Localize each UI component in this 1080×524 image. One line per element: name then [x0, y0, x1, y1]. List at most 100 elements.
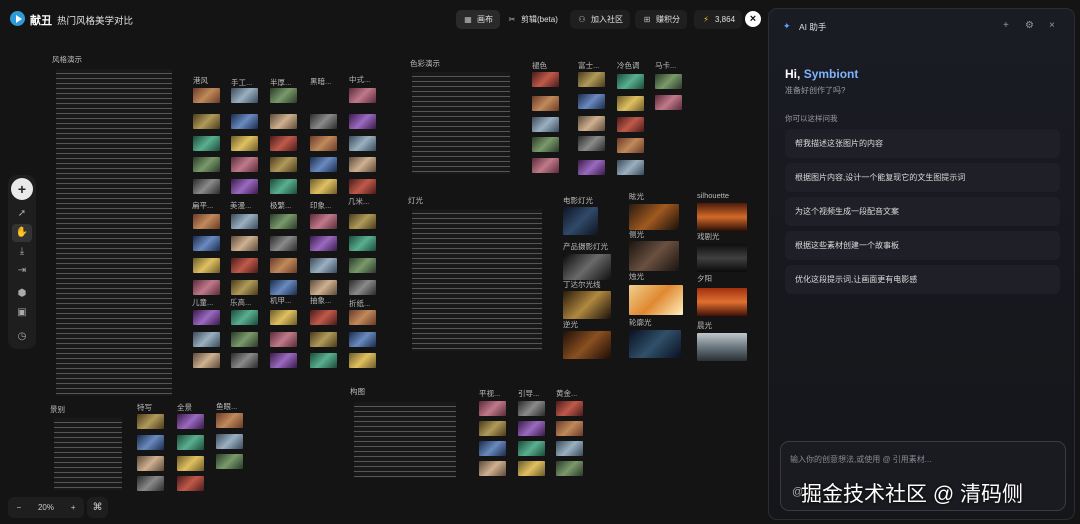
image-thumbnail[interactable]: [532, 96, 559, 111]
image-thumbnail[interactable]: [563, 331, 611, 359]
image-thumbnail[interactable]: [532, 137, 559, 152]
image-thumbnail[interactable]: [137, 476, 164, 491]
image-thumbnail[interactable]: [629, 330, 681, 358]
image-thumbnail[interactable]: [270, 179, 297, 194]
image-thumbnail[interactable]: [231, 214, 258, 229]
suggestion-item[interactable]: 为这个视频生成一段配音文案: [785, 197, 1060, 226]
image-thumbnail[interactable]: [349, 114, 376, 129]
image-thumbnail[interactable]: [193, 332, 220, 347]
image-thumbnail[interactable]: [349, 310, 376, 325]
image-thumbnail[interactable]: [310, 310, 337, 325]
image-thumbnail[interactable]: [231, 88, 258, 103]
image-thumbnail[interactable]: [270, 310, 297, 325]
image-thumbnail[interactable]: [193, 353, 220, 368]
image-thumbnail[interactable]: [270, 88, 297, 103]
image-thumbnail[interactable]: [556, 441, 583, 456]
image-thumbnail[interactable]: [617, 117, 644, 132]
image-thumbnail[interactable]: [310, 280, 337, 295]
zoom-out-button[interactable]: −: [16, 503, 21, 512]
image-thumbnail[interactable]: [629, 241, 679, 271]
image-thumbnail[interactable]: [578, 116, 605, 131]
image-thumbnail[interactable]: [479, 421, 506, 436]
image-thumbnail[interactable]: [137, 435, 164, 450]
image-thumbnail[interactable]: [231, 114, 258, 129]
image-thumbnail[interactable]: [270, 157, 297, 172]
image-thumbnail[interactable]: [137, 414, 164, 429]
image-thumbnail[interactable]: [617, 96, 644, 111]
image-thumbnail[interactable]: [617, 74, 644, 89]
tab-edit[interactable]: ✂ 剪辑(beta): [500, 10, 565, 29]
image-thumbnail[interactable]: [349, 88, 376, 103]
image-thumbnail[interactable]: [617, 138, 644, 153]
image-thumbnail[interactable]: [697, 288, 747, 316]
image-thumbnail[interactable]: [349, 258, 376, 273]
image-thumbnail[interactable]: [193, 114, 220, 129]
image-thumbnail[interactable]: [349, 353, 376, 368]
app-logo-icon[interactable]: [10, 11, 25, 26]
image-thumbnail[interactable]: [532, 72, 559, 87]
image-thumbnail[interactable]: [177, 456, 204, 471]
image-thumbnail[interactable]: [270, 258, 297, 273]
image-thumbnail[interactable]: [617, 160, 644, 175]
command-icon[interactable]: ⌘: [87, 497, 108, 518]
image-thumbnail[interactable]: [349, 214, 376, 229]
image-thumbnail[interactable]: [137, 456, 164, 471]
image-thumbnail[interactable]: [349, 179, 376, 194]
suggestion-item[interactable]: 根据这些素材创建一个故事板: [785, 231, 1060, 260]
image-thumbnail[interactable]: [270, 280, 297, 295]
image-thumbnail[interactable]: [193, 280, 220, 295]
image-thumbnail[interactable]: [310, 136, 337, 151]
image-thumbnail[interactable]: [193, 157, 220, 172]
image-thumbnail[interactable]: [349, 157, 376, 172]
credits-badge[interactable]: ⚡ 3,864: [694, 10, 743, 29]
image-thumbnail[interactable]: [518, 421, 545, 436]
image-thumbnail[interactable]: [578, 136, 605, 151]
zoom-level[interactable]: 20%: [38, 503, 54, 512]
image-thumbnail[interactable]: [310, 236, 337, 251]
image-thumbnail[interactable]: [532, 158, 559, 173]
image-thumbnail[interactable]: [270, 136, 297, 151]
image-thumbnail[interactable]: [310, 114, 337, 129]
image-thumbnail[interactable]: [532, 117, 559, 132]
image-thumbnail[interactable]: [479, 401, 506, 416]
image-thumbnail[interactable]: [231, 136, 258, 151]
image-thumbnail[interactable]: [193, 214, 220, 229]
image-thumbnail[interactable]: [310, 258, 337, 273]
image-thumbnail[interactable]: [177, 476, 204, 491]
image-thumbnail[interactable]: [193, 258, 220, 273]
image-thumbnail[interactable]: [629, 285, 683, 315]
image-thumbnail[interactable]: [697, 333, 747, 361]
image-thumbnail[interactable]: [216, 434, 243, 449]
image-thumbnail[interactable]: [578, 72, 605, 87]
image-thumbnail[interactable]: [193, 236, 220, 251]
image-thumbnail[interactable]: [270, 353, 297, 368]
image-thumbnail[interactable]: [193, 179, 220, 194]
image-thumbnail[interactable]: [563, 254, 611, 280]
image-thumbnail[interactable]: [556, 421, 583, 436]
image-thumbnail[interactable]: [578, 94, 605, 109]
image-thumbnail[interactable]: [231, 310, 258, 325]
image-thumbnail[interactable]: [349, 280, 376, 295]
image-thumbnail[interactable]: [697, 203, 747, 231]
image-thumbnail[interactable]: [479, 441, 506, 456]
image-thumbnail[interactable]: [270, 332, 297, 347]
image-thumbnail[interactable]: [655, 74, 682, 89]
align-right-icon[interactable]: ⇥: [12, 262, 32, 280]
image-thumbnail[interactable]: [349, 236, 376, 251]
image-thumbnail[interactable]: [193, 88, 220, 103]
image-thumbnail[interactable]: [310, 179, 337, 194]
image-thumbnail[interactable]: [231, 236, 258, 251]
document-title[interactable]: 热门风格美学对比: [57, 13, 133, 27]
add-icon[interactable]: +: [11, 178, 33, 200]
image-thumbnail[interactable]: [518, 441, 545, 456]
close-icon[interactable]: ×: [1049, 20, 1055, 31]
image-thumbnail[interactable]: [193, 310, 220, 325]
image-thumbnail[interactable]: [556, 461, 583, 476]
suggestion-item[interactable]: 根据图片内容,设计一个能复现它的文生图提示词: [785, 163, 1060, 192]
image-thumbnail[interactable]: [629, 204, 679, 230]
image-thumbnail[interactable]: [177, 414, 204, 429]
image-thumbnail[interactable]: [556, 401, 583, 416]
image-thumbnail[interactable]: [310, 157, 337, 172]
image-thumbnail[interactable]: [231, 280, 258, 295]
image-icon[interactable]: ▣: [12, 304, 32, 322]
